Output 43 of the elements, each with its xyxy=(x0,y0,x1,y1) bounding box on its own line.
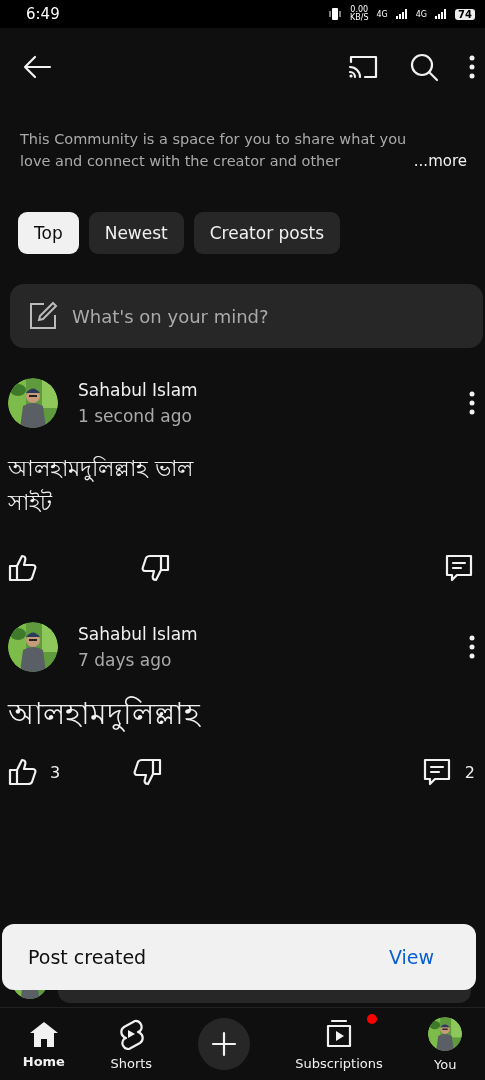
signal-icon xyxy=(395,9,408,19)
comment-icon[interactable] xyxy=(443,553,475,583)
like-count: 3 xyxy=(50,762,61,782)
signal-icon xyxy=(435,9,448,19)
filter-chip[interactable]: Creator posts xyxy=(193,212,341,254)
nav-tab[interactable]: Subscriptions xyxy=(295,1017,383,1071)
signal-type: 4G xyxy=(415,9,428,19)
network-speed-unit: KB/S xyxy=(349,14,369,22)
thumbs-up-icon[interactable] xyxy=(8,757,38,787)
edit-icon xyxy=(28,301,58,331)
clock-time: 6:49 xyxy=(26,5,60,23)
author-name[interactable]: Sahabul Islam xyxy=(78,380,449,400)
more-options-icon[interactable] xyxy=(469,635,475,659)
post-text: আলহামদুলিল্লাহ xyxy=(8,695,202,734)
post-text: আলহামদুলিল্লাহ ভাল সাইট xyxy=(8,455,195,517)
network-speed: 0.00 xyxy=(349,6,369,14)
signal-type: 4G xyxy=(376,9,388,19)
more-options-icon[interactable] xyxy=(469,391,475,415)
more-options-icon[interactable] xyxy=(469,55,475,79)
plus-icon xyxy=(210,1031,237,1057)
more-link[interactable]: ...more xyxy=(413,150,467,172)
view-button[interactable]: View xyxy=(388,946,434,968)
battery-level: 74 xyxy=(455,8,475,20)
filter-chip[interactable]: Newest xyxy=(88,212,184,254)
nav-tab[interactable]: Shorts xyxy=(110,1017,153,1071)
thumbs-down-icon[interactable] xyxy=(132,757,163,787)
shorts-icon xyxy=(117,1017,146,1050)
post-time: 1 second ago xyxy=(78,406,193,426)
toast-message: Post created xyxy=(28,946,148,968)
cast-icon[interactable] xyxy=(347,54,379,80)
vibrate-icon xyxy=(327,8,342,20)
community-description: This Community is a space for you to share what you love and connect with the creator and other xyxy=(20,130,408,171)
post-composer-field[interactable]: What's on your mind? xyxy=(10,284,483,348)
thumbs-down-icon[interactable] xyxy=(140,553,170,583)
post-time: 7 days ago xyxy=(78,650,173,670)
search-icon[interactable] xyxy=(409,52,439,82)
filter-chip[interactable]: Top xyxy=(18,212,79,254)
author-name[interactable]: Sahabul Islam xyxy=(78,624,449,644)
nav-tab[interactable]: Home xyxy=(22,1019,65,1069)
thumbs-up-icon[interactable] xyxy=(8,553,38,583)
back-arrow-icon[interactable] xyxy=(22,55,52,79)
nav-tab[interactable]: You xyxy=(428,1016,463,1072)
comment-count: 2 xyxy=(464,762,475,782)
